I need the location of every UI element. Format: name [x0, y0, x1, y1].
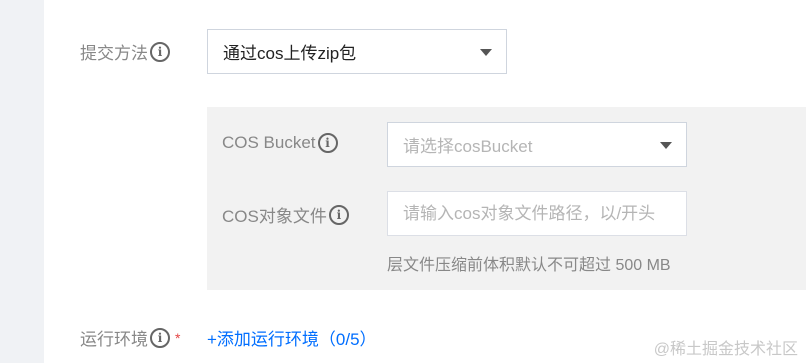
- submit-method-value: 通过cos上传zip包: [223, 44, 357, 63]
- submit-method-select[interactable]: 通过cos上传zip包: [207, 29, 507, 74]
- cos-bucket-label: COS Bucket: [222, 133, 316, 152]
- add-runtime-link[interactable]: +添加运行环境（0/5）: [207, 325, 377, 350]
- left-sidebar-strip: [0, 0, 44, 363]
- info-icon[interactable]: i: [328, 204, 349, 225]
- caret-down-icon: [480, 48, 492, 56]
- cos-file-label-row: COS对象文件 i: [222, 202, 349, 227]
- runtime-label: 运行环境: [80, 330, 148, 349]
- cos-file-size-hint: 层文件压缩前体积默认不可超过 500 MB: [387, 257, 671, 274]
- cos-bucket-placeholder: 请选择cosBucket: [403, 137, 533, 156]
- caret-down-icon: [660, 141, 672, 149]
- info-icon[interactable]: i: [317, 133, 338, 153]
- cos-file-input[interactable]: [387, 191, 687, 236]
- watermark: @稀土掘金技术社区: [653, 341, 798, 358]
- cos-bucket-label-row: COS Bucket i: [222, 133, 338, 153]
- runtime-label-row: 运行环境 i *: [80, 325, 180, 350]
- required-mark: *: [175, 329, 181, 346]
- cos-file-label: COS对象文件: [222, 207, 327, 226]
- submit-method-label: 提交方法: [80, 44, 148, 63]
- cos-bucket-select[interactable]: 请选择cosBucket: [387, 122, 687, 167]
- submit-method-label-row: 提交方法 i: [80, 39, 170, 64]
- info-icon[interactable]: i: [150, 327, 170, 348]
- info-icon[interactable]: i: [150, 41, 170, 62]
